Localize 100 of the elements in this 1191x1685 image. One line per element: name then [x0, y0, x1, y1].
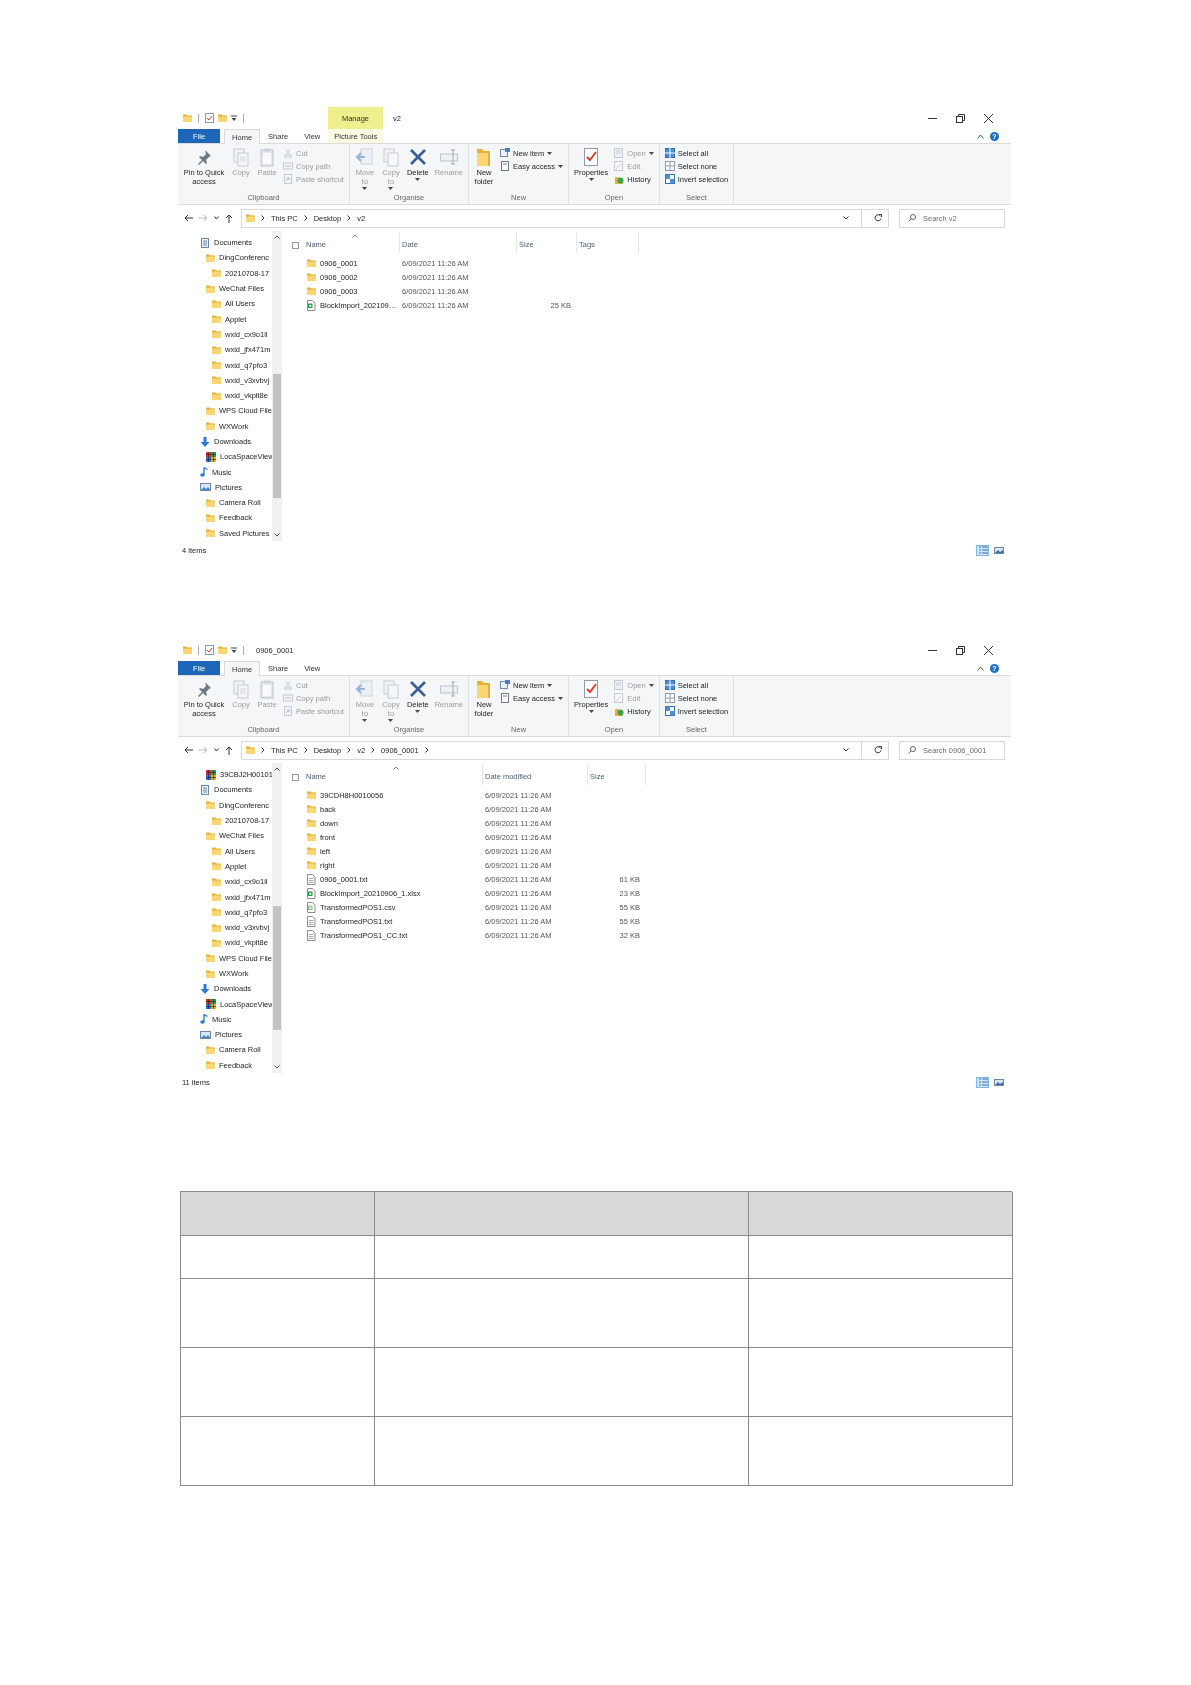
folder-icon	[206, 831, 215, 840]
folder-icon	[183, 646, 192, 654]
sort-caret-icon	[393, 766, 399, 770]
caret-icon	[362, 187, 368, 190]
folder-icon	[218, 114, 227, 122]
folder-icon	[212, 391, 221, 400]
select-all-icon	[664, 148, 675, 158]
path-icon	[283, 693, 293, 703]
scroll-up-icon[interactable]	[274, 767, 280, 771]
pictures-icon	[200, 1030, 211, 1039]
app-icon	[206, 451, 216, 462]
scroll-up-icon[interactable]	[274, 235, 280, 239]
thumbnail-view-button[interactable]	[992, 544, 1005, 556]
chevron-icon	[303, 215, 308, 221]
copy-pages-icon	[380, 147, 401, 167]
sort-caret-icon	[351, 234, 358, 238]
properties-icon[interactable]	[205, 113, 214, 123]
list-icon	[977, 1077, 988, 1087]
caret-icon	[648, 151, 654, 155]
folder-icon	[212, 299, 221, 308]
documents-icon	[200, 237, 210, 248]
path-icon	[283, 161, 293, 171]
up-arrow-icon[interactable]	[225, 745, 233, 755]
search-icon	[908, 745, 916, 754]
chevron-icon	[303, 747, 308, 753]
scroll-down-icon[interactable]	[274, 1065, 280, 1069]
music-note-icon	[200, 1014, 208, 1025]
folder-icon	[206, 498, 215, 507]
picture-icon	[993, 545, 1004, 555]
folder-icon	[206, 406, 215, 415]
chevron-icon	[424, 747, 429, 753]
select-all-checkbox[interactable]	[292, 242, 299, 249]
rename-icon	[438, 679, 459, 699]
scrollbar[interactable]	[272, 231, 282, 541]
folder-icon	[212, 345, 221, 354]
folder-icon	[212, 816, 221, 825]
thumbnail-view-button[interactable]	[992, 1076, 1005, 1088]
caret-icon	[388, 719, 394, 722]
collapse-caret-icon[interactable]	[977, 665, 984, 671]
dropdown-caret-icon[interactable]	[843, 748, 849, 752]
folder-icon	[212, 376, 221, 385]
folder-icon	[183, 114, 192, 122]
pictures-icon	[200, 483, 211, 492]
download-arrow-icon	[200, 983, 210, 994]
back-arrow-icon[interactable]	[184, 746, 193, 754]
folder-icon	[206, 801, 215, 810]
shortcut-icon	[283, 706, 293, 716]
folder-icon	[206, 253, 215, 262]
refresh-icon[interactable]	[874, 746, 882, 754]
back-arrow-icon[interactable]	[184, 214, 193, 222]
dropdown-caret-icon[interactable]	[843, 216, 849, 220]
scrollbar[interactable]	[272, 763, 282, 1073]
chevron-icon	[371, 747, 376, 753]
chevron-icon	[347, 215, 352, 221]
clipboard-icon	[257, 679, 277, 699]
folder-icon	[212, 938, 221, 947]
select-all-checkbox[interactable]	[292, 774, 299, 781]
caret-icon	[547, 151, 553, 155]
folder-icon	[206, 514, 215, 522]
chevron-icon	[261, 215, 265, 221]
folder-icon	[206, 422, 215, 431]
close-icon[interactable]	[984, 113, 993, 123]
recent-caret-icon[interactable]	[214, 748, 219, 752]
invert-selection-icon	[664, 174, 675, 184]
caret-icon	[415, 710, 421, 713]
scroll-down-icon[interactable]	[274, 533, 280, 537]
up-arrow-icon[interactable]	[225, 213, 233, 223]
folder-icon	[206, 969, 215, 978]
close-icon[interactable]	[984, 645, 993, 655]
folder-icon	[212, 893, 221, 901]
collapse-caret-icon[interactable]	[977, 133, 984, 139]
folder-icon	[206, 1061, 215, 1070]
chevron-icon	[347, 747, 352, 753]
refresh-icon[interactable]	[874, 214, 882, 222]
folder-icon	[206, 1046, 215, 1054]
properties-icon[interactable]	[205, 645, 214, 655]
scissors-icon	[283, 680, 293, 690]
shortcut-icon	[283, 174, 293, 184]
app-icon	[206, 769, 216, 780]
easy-access-icon	[500, 693, 510, 703]
caret-icon	[415, 178, 421, 181]
recent-caret-icon[interactable]	[214, 216, 219, 220]
caret-icon	[648, 683, 654, 687]
music-note-icon	[200, 467, 208, 478]
copy-pages-icon	[380, 679, 401, 699]
edit-icon	[614, 693, 625, 703]
caret-icon	[558, 164, 564, 168]
new-item-icon	[500, 148, 510, 158]
folder-icon	[212, 862, 221, 871]
history-icon	[614, 706, 625, 716]
select-none-icon	[664, 693, 675, 703]
caret-icon	[547, 683, 553, 687]
caret-icon	[388, 187, 394, 190]
customize-caret-icon[interactable]	[231, 115, 237, 121]
copy-pages-icon	[231, 147, 251, 167]
select-none-icon	[664, 161, 675, 171]
customize-caret-icon[interactable]	[231, 647, 237, 653]
restore-icon[interactable]	[956, 645, 965, 655]
caret-icon	[588, 178, 594, 181]
restore-icon[interactable]	[956, 113, 965, 123]
